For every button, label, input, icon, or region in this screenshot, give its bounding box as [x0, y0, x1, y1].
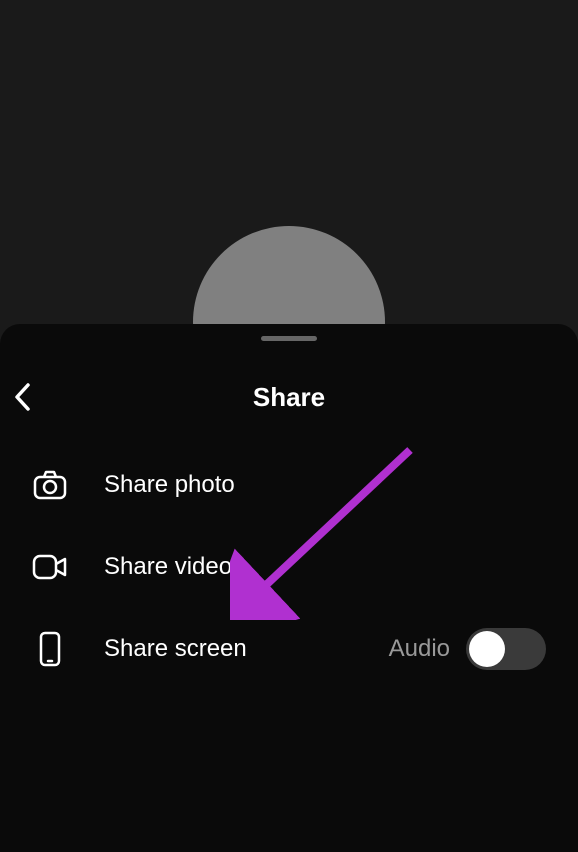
drag-handle[interactable]: [261, 336, 317, 341]
share-video-label: Share video: [104, 553, 546, 581]
share-photo-label: Share photo: [104, 471, 546, 499]
phone-icon: [32, 631, 68, 667]
share-screen-label: Share screen: [104, 635, 389, 663]
chevron-left-icon: [13, 382, 31, 412]
audio-label: Audio: [389, 635, 450, 663]
video-icon: [32, 549, 68, 585]
share-sheet: Share Share photo Share video: [0, 324, 578, 852]
share-options-list: Share photo Share video Share screen: [0, 444, 578, 690]
share-photo-option[interactable]: Share photo: [0, 444, 578, 526]
share-video-option[interactable]: Share video: [0, 526, 578, 608]
back-button[interactable]: [2, 377, 42, 417]
audio-toggle[interactable]: [466, 628, 546, 670]
camera-icon: [32, 467, 68, 503]
audio-control: Audio: [389, 628, 546, 670]
share-screen-option[interactable]: Share screen Audio: [0, 608, 578, 690]
sheet-title: Share: [0, 382, 578, 413]
toggle-knob: [469, 631, 505, 667]
sheet-header: Share: [0, 372, 578, 422]
